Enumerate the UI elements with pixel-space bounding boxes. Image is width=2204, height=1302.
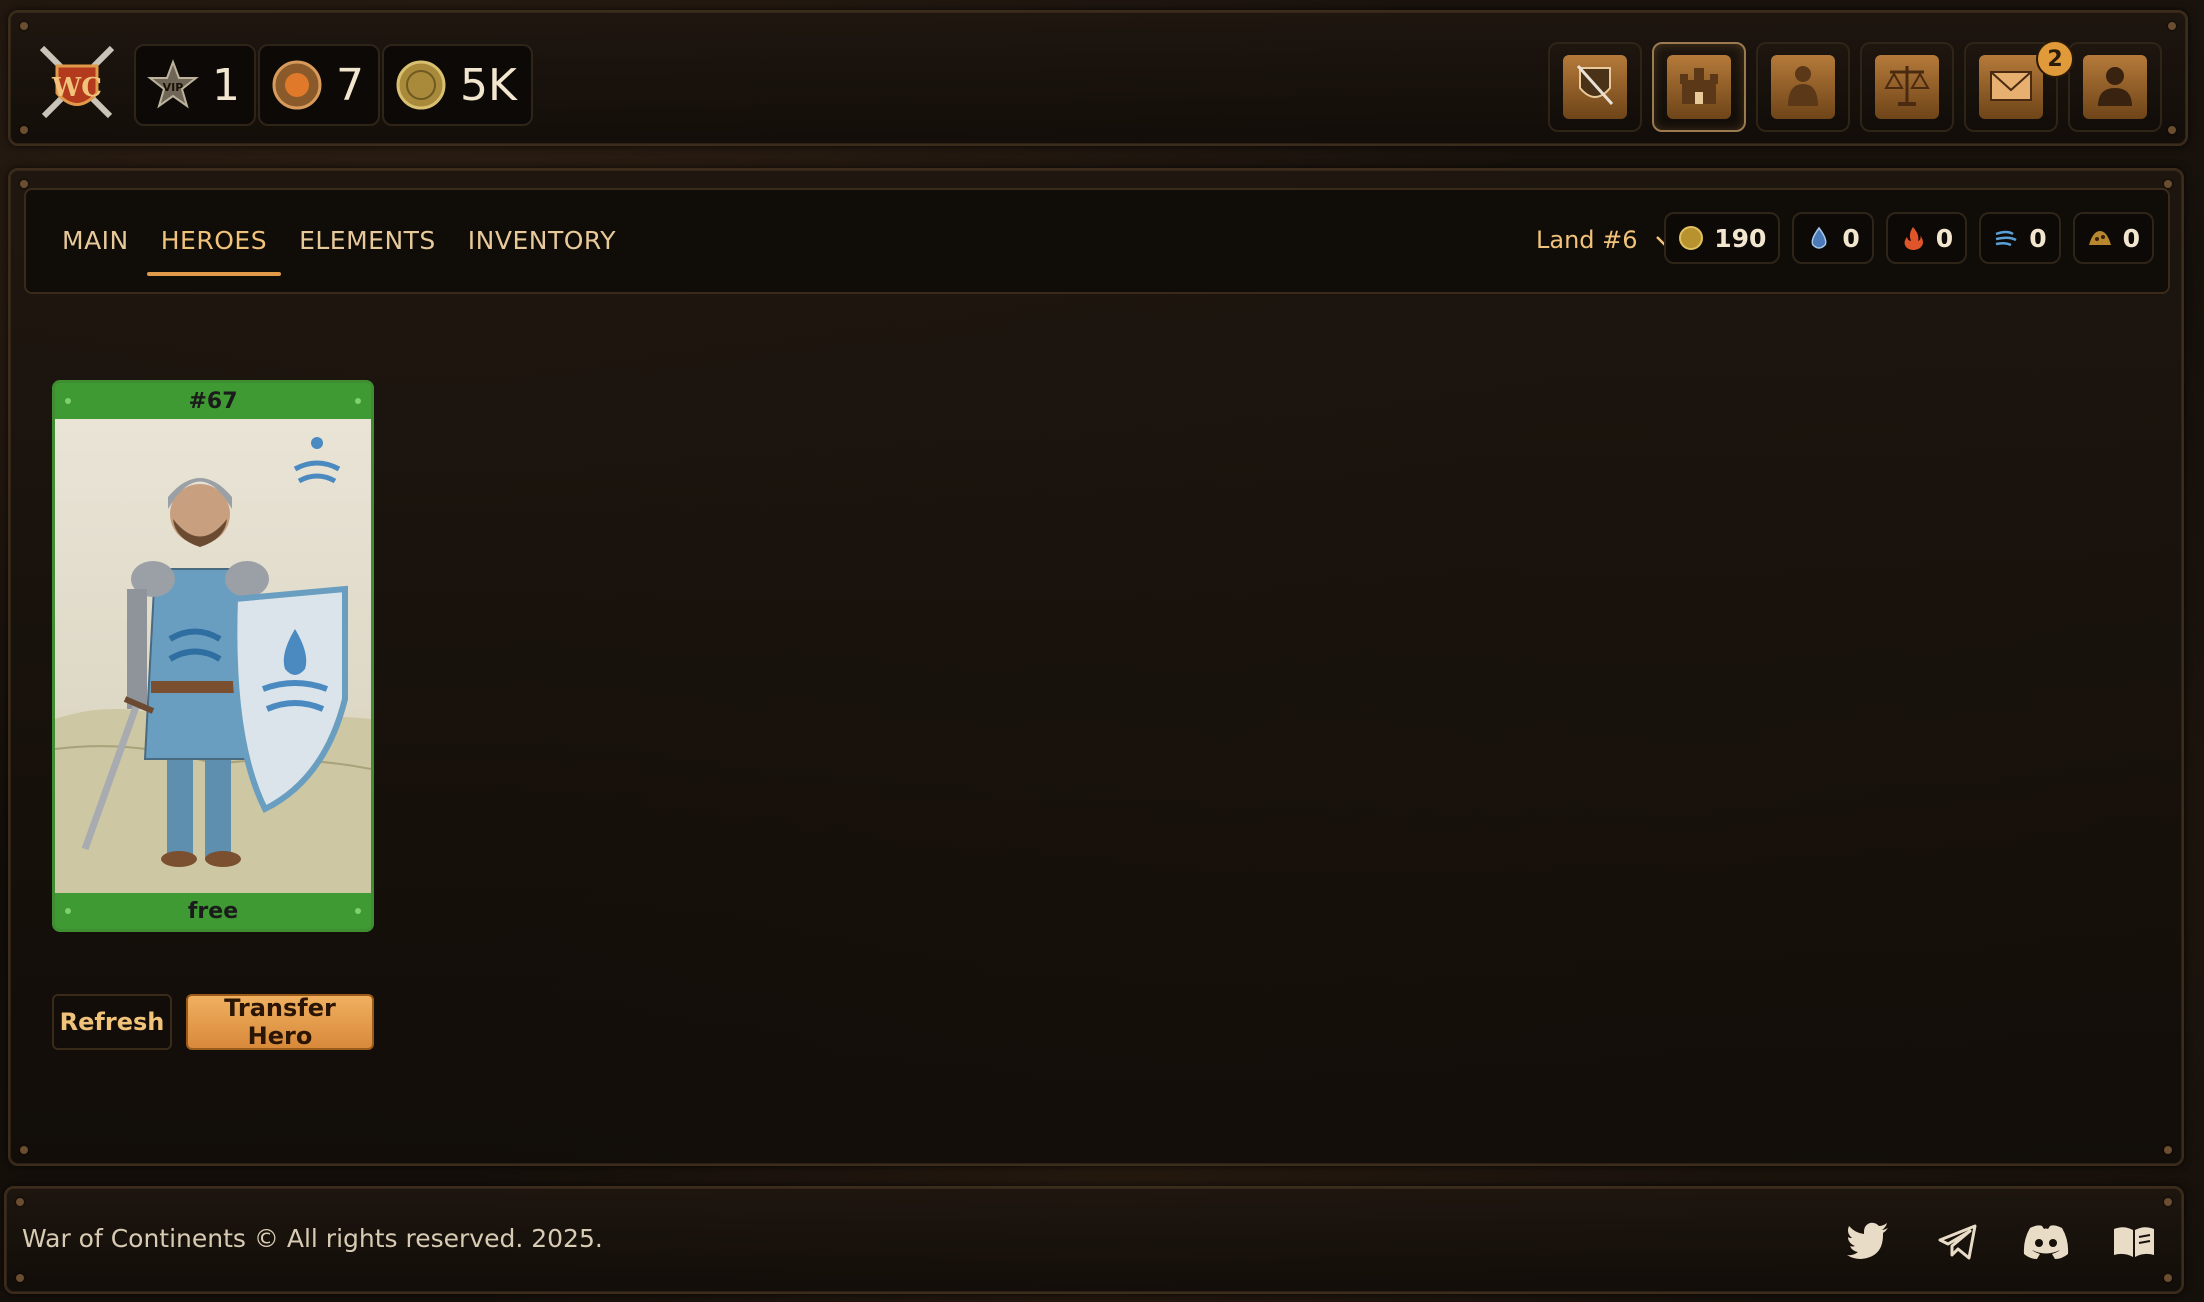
fire-element-icon bbox=[1900, 225, 1926, 251]
scales-icon bbox=[1882, 60, 1932, 114]
resource-water: 0 bbox=[1792, 212, 1874, 264]
tab-bar: MAIN HEROES ELEMENTS INVENTORY Land #6 1… bbox=[24, 188, 2170, 294]
hero-card[interactable]: #67 free bbox=[52, 380, 374, 932]
telegram-icon[interactable] bbox=[1934, 1218, 1982, 1266]
nav-heroes-button[interactable] bbox=[1756, 42, 1850, 132]
profile-silhouette-icon bbox=[2090, 60, 2140, 114]
envelope-icon bbox=[1986, 60, 2036, 114]
vip-value: 1 bbox=[212, 59, 240, 111]
vip-star-icon: VIP bbox=[146, 58, 200, 112]
tab-heroes[interactable]: HEROES bbox=[145, 190, 283, 290]
nav-castle-button[interactable] bbox=[1652, 42, 1746, 132]
gold-value: 5K bbox=[460, 59, 517, 111]
crossed-swords-shield-icon[interactable]: WC bbox=[32, 38, 122, 128]
top-bar: WC VIP 1 7 5K 2 bbox=[8, 10, 2188, 146]
medal-value: 7 bbox=[336, 59, 364, 111]
vip-stat: VIP 1 bbox=[134, 44, 256, 126]
hero-portrait bbox=[55, 419, 371, 893]
gold-coin-icon bbox=[1678, 225, 1704, 251]
wind-element-icon bbox=[1993, 225, 2019, 251]
nav-market-button[interactable] bbox=[1860, 42, 1954, 132]
svg-text:WC: WC bbox=[51, 73, 102, 103]
bronze-medal-icon bbox=[270, 58, 324, 112]
resource-earth-value: 0 bbox=[2122, 223, 2140, 253]
transfer-hero-button[interactable]: Transfer Hero bbox=[186, 994, 374, 1050]
nav-profile-button[interactable] bbox=[2068, 42, 2162, 132]
resource-fire-value: 0 bbox=[1935, 223, 1954, 253]
gold-coin-icon bbox=[394, 58, 448, 112]
tab-inventory[interactable]: INVENTORY bbox=[452, 190, 632, 290]
resource-gold-value: 190 bbox=[1714, 223, 1767, 253]
mail-badge: 2 bbox=[2036, 40, 2074, 78]
castle-icon bbox=[1674, 60, 1724, 114]
book-icon[interactable] bbox=[2110, 1218, 2158, 1266]
main-panel: MAIN HEROES ELEMENTS INVENTORY Land #6 1… bbox=[8, 168, 2184, 1166]
footer: War of Continents © All rights reserved.… bbox=[4, 1186, 2184, 1294]
sword-shield-icon bbox=[1570, 60, 1620, 114]
medal-stat: 7 bbox=[258, 44, 380, 126]
resource-wind-value: 0 bbox=[2029, 223, 2047, 253]
earth-element-icon bbox=[2087, 225, 2113, 251]
land-selector[interactable]: Land #6 bbox=[1536, 190, 1674, 290]
hero-status: free bbox=[187, 898, 239, 924]
land-label: Land #6 bbox=[1536, 226, 1638, 254]
resource-water-value: 0 bbox=[1842, 223, 1860, 253]
water-element-icon bbox=[1806, 225, 1832, 251]
knight-icon bbox=[1778, 60, 1828, 114]
resource-earth: 0 bbox=[2072, 212, 2154, 264]
copyright-text: War of Continents © All rights reserved.… bbox=[22, 1224, 603, 1253]
resource-wind: 0 bbox=[1979, 212, 2061, 264]
hero-id: #67 bbox=[188, 388, 238, 414]
resource-gold: 190 bbox=[1664, 212, 1781, 264]
resource-fire: 0 bbox=[1885, 212, 1968, 264]
discord-icon[interactable] bbox=[2022, 1218, 2070, 1266]
svg-text:VIP: VIP bbox=[163, 81, 184, 94]
water-element-icon bbox=[293, 437, 341, 484]
gold-stat: 5K bbox=[382, 44, 533, 126]
nav-battle-button[interactable] bbox=[1548, 42, 1642, 132]
refresh-button[interactable]: Refresh bbox=[52, 994, 172, 1050]
twitter-icon[interactable] bbox=[1844, 1218, 1892, 1266]
tab-elements[interactable]: ELEMENTS bbox=[283, 190, 452, 290]
tab-main[interactable]: MAIN bbox=[46, 190, 145, 290]
